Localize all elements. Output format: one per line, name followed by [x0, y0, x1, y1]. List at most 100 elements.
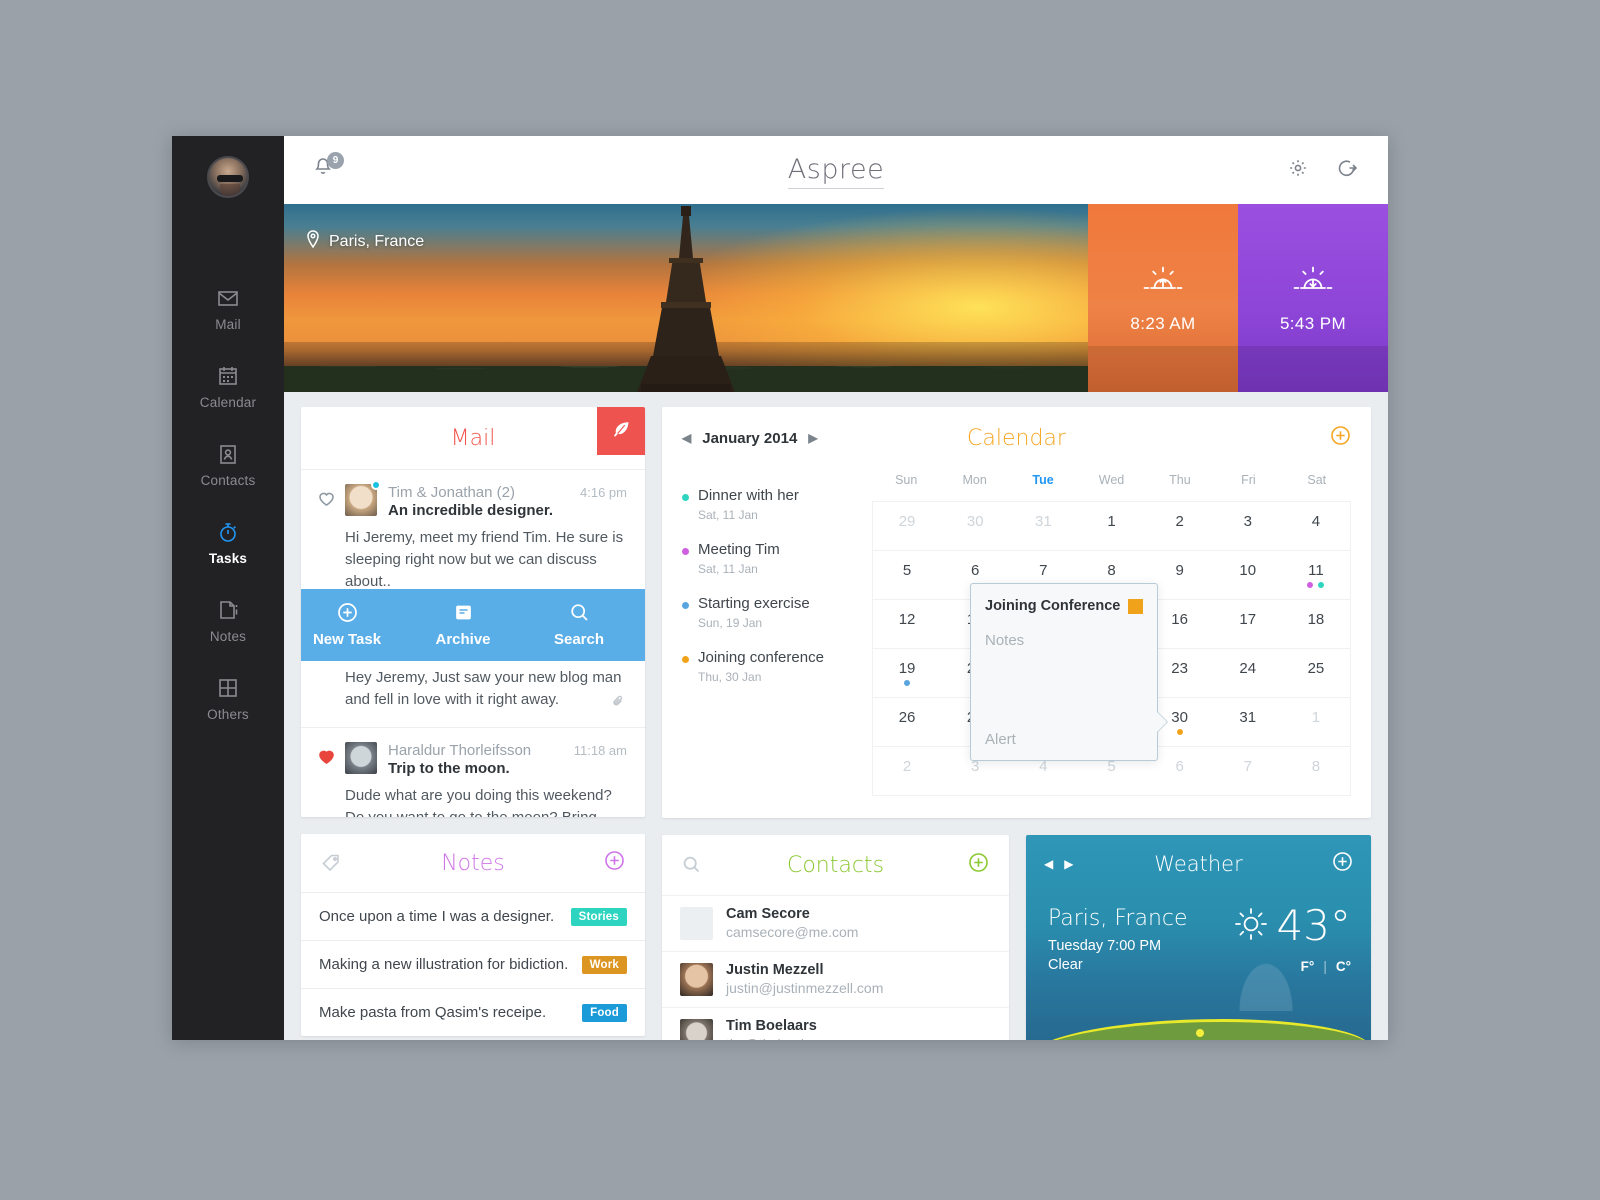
main-area: 9 Aspree Paris, France 8:23 AM 5:43 PM M…: [284, 136, 1388, 1040]
calendar-day-cell[interactable]: 2: [873, 747, 941, 795]
sidebar-nav: Mail Calendar Contacts Tasks Notes Other…: [172, 270, 284, 738]
avatar[interactable]: [207, 156, 249, 198]
calendar-day-cell[interactable]: 19: [873, 649, 941, 697]
attachment-icon: [611, 694, 625, 713]
contact-email: camsecore@me.com: [726, 924, 859, 940]
calendar-day-cell[interactable]: 8: [1282, 747, 1350, 795]
contact-email: tim@timboelaars.com: [726, 1035, 862, 1040]
contacts-header: Contacts: [662, 835, 1009, 895]
calendar-event-dot: [1318, 582, 1325, 588]
contact-avatar: [680, 963, 713, 996]
calendar-event[interactable]: Starting exercise Sun, 19 Jan: [682, 595, 872, 630]
add-location-button[interactable]: [1332, 851, 1353, 877]
sidebar-item-tasks[interactable]: Tasks: [172, 504, 284, 582]
calendar-day-cell[interactable]: 30: [941, 502, 1009, 550]
sun-icon: [1234, 907, 1268, 946]
favorite-icon[interactable]: [319, 742, 345, 817]
note-chip: Food: [582, 1003, 627, 1022]
calendar-day-cell[interactable]: 4: [1282, 502, 1350, 550]
event-date: Sat, 11 Jan: [698, 508, 758, 522]
calendar-day-cell[interactable]: 11: [1282, 551, 1350, 599]
calendar-event[interactable]: Dinner with her Sat, 11 Jan: [682, 487, 872, 522]
note-chip: Work: [581, 955, 627, 974]
calendar-day-number: 18: [1307, 611, 1325, 628]
calendar-day-cell[interactable]: 7: [1214, 747, 1282, 795]
contact-item[interactable]: Tim Boelaars tim@timboelaars.com: [662, 1007, 1009, 1040]
calendar-day-number: 12: [898, 611, 916, 628]
unit-fahrenheit[interactable]: F°: [1301, 959, 1315, 974]
add-note-button[interactable]: [604, 850, 625, 876]
chevron-right-icon[interactable]: ▶: [808, 431, 817, 445]
calendar-event[interactable]: Meeting Tim Sat, 11 Jan: [682, 541, 872, 576]
note-text: Making a new illustration for bidiction.: [319, 956, 569, 973]
sidebar-item-mail[interactable]: Mail: [172, 270, 284, 348]
calendar-day-cell[interactable]: 5: [873, 551, 941, 599]
calendar-day-cell[interactable]: 17: [1214, 600, 1282, 648]
contact-item[interactable]: Justin Mezzell justin@justinmezzell.com: [662, 951, 1009, 1007]
chevron-left-icon[interactable]: ◀: [682, 431, 691, 445]
day-header: Thu: [1169, 473, 1191, 487]
sidebar-item-calendar[interactable]: Calendar: [172, 348, 284, 426]
day-header: Wed: [1098, 473, 1125, 487]
day-header: Mon: [962, 473, 987, 487]
event-popup[interactable]: Joining Conference Notes Alert: [970, 583, 1158, 761]
calendar-day-cell[interactable]: 24: [1214, 649, 1282, 697]
note-item[interactable]: Once upon a time I was a designer. Stori…: [301, 892, 645, 940]
favorite-icon[interactable]: [319, 484, 345, 593]
calendar-day-cell[interactable]: 29: [873, 502, 941, 550]
search-icon[interactable]: [682, 855, 702, 875]
note-icon: [217, 599, 239, 621]
note-item[interactable]: Making a new illustration for bidiction.…: [301, 940, 645, 988]
calendar-day-cell[interactable]: 25: [1282, 649, 1350, 697]
unread-dot: [371, 480, 381, 490]
weather-temperature: 43°: [1276, 901, 1351, 950]
eiffel-tower-icon: [637, 206, 735, 392]
calendar-day-cell[interactable]: 26: [873, 698, 941, 746]
notes-title: Notes: [441, 850, 505, 876]
event-alert-input[interactable]: Alert: [985, 731, 1143, 748]
contact-item[interactable]: Cam Secore camsecore@me.com: [662, 895, 1009, 951]
calendar-day-cell[interactable]: 2: [1146, 502, 1214, 550]
chevron-left-icon[interactable]: ◀: [1044, 857, 1053, 871]
calendar-day-number: 30: [1171, 709, 1188, 726]
add-contact-button[interactable]: [968, 852, 989, 878]
stopwatch-icon: [217, 521, 239, 543]
bottom-row: Contacts Cam Secore camsecore@me.com Jus…: [662, 835, 1371, 1040]
calendar-day-cell[interactable]: 10: [1214, 551, 1282, 599]
note-item[interactable]: Make pasta from Qasim's receipe. Food: [301, 988, 645, 1036]
new-task-button[interactable]: New Task: [301, 602, 405, 648]
calendar-day-cell[interactable]: 1: [1077, 502, 1145, 550]
chevron-right-icon[interactable]: ▶: [1064, 857, 1073, 871]
compose-button[interactable]: [597, 407, 645, 455]
tag-icon[interactable]: [321, 853, 341, 873]
calendar-event[interactable]: Joining conference Thu, 30 Jan: [682, 649, 872, 684]
calendar-day-cell[interactable]: 12: [873, 600, 941, 648]
add-event-button[interactable]: [1330, 425, 1351, 451]
calendar-day-cell[interactable]: 3: [1214, 502, 1282, 550]
calendar-day-cell[interactable]: 1: [1282, 698, 1350, 746]
sidebar-item-notes[interactable]: Notes: [172, 582, 284, 660]
calendar-day-cell[interactable]: 31: [1009, 502, 1077, 550]
event-notes-input[interactable]: Notes: [985, 632, 1143, 649]
calendar-day-headers: Sun Mon Tue Wed Thu Fri Sat: [872, 469, 1351, 501]
search-button[interactable]: Search: [521, 602, 637, 648]
gear-icon[interactable]: [1288, 158, 1308, 183]
notifications-button[interactable]: 9: [314, 152, 344, 183]
calendar-day-cell[interactable]: 31: [1214, 698, 1282, 746]
calendar-day-number: 2: [902, 758, 912, 775]
archive-button[interactable]: Archive: [405, 602, 521, 648]
calendar-day-markers: [904, 680, 911, 686]
calendar-header: ◀ January 2014 ▶ Calendar: [662, 407, 1371, 469]
calendar-day-number: 6: [971, 562, 980, 579]
logout-icon[interactable]: [1338, 158, 1358, 183]
event-color-swatch[interactable]: [1128, 598, 1143, 614]
mail-item[interactable]: Tim & Jonathan (2) An incredible designe…: [301, 469, 645, 609]
unit-celsius[interactable]: C°: [1336, 959, 1351, 974]
sidebar-item-contacts[interactable]: Contacts: [172, 426, 284, 504]
sidebar-item-others[interactable]: Others: [172, 660, 284, 738]
mail-item[interactable]: Haraldur Thorleifsson Trip to the moon. …: [301, 727, 645, 817]
calendar-day-cell[interactable]: 18: [1282, 600, 1350, 648]
mail-preview: Hey Jeremy, Just saw your new blog man a…: [345, 669, 622, 708]
sunrise-icon: [1142, 263, 1184, 302]
calendar-day-number: 1: [1107, 513, 1116, 530]
